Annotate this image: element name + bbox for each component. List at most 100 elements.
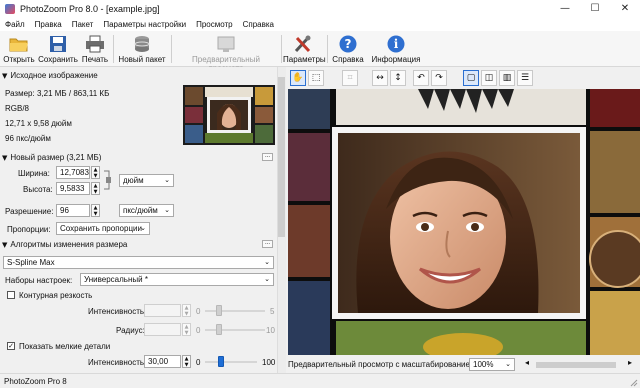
sharpness-label: Контурная резкость	[19, 291, 93, 300]
width-input[interactable]: 12,7083	[56, 166, 90, 179]
resolution-unit-select[interactable]: пкс/дюйм ⌄	[119, 204, 174, 217]
intensity1-max: 5	[270, 307, 275, 316]
help-label: Справка	[332, 55, 364, 64]
sharpness-checkbox[interactable]	[7, 291, 15, 299]
height-stepper[interactable]: ▲ ▼	[91, 182, 100, 195]
menu-settings[interactable]: Параметры настройки	[98, 20, 191, 29]
intensity2-slider-thumb[interactable]	[217, 356, 224, 367]
save-label: Сохранить	[38, 55, 78, 64]
scroll-right-icon[interactable]: ▸	[628, 358, 632, 367]
split-view-icon[interactable]: ◫	[481, 70, 497, 86]
rotate-left-icon[interactable]: ↶	[413, 70, 429, 86]
preview-settings-button[interactable]: Предварительный просмотр	[174, 33, 278, 73]
radius-input[interactable]	[144, 323, 181, 336]
algorithm-section-header[interactable]: ▼ Алгоритмы изменения размера	[2, 239, 127, 250]
stacked-view-icon[interactable]: ☰	[517, 70, 533, 86]
radius-max: 10	[266, 326, 275, 335]
print-button[interactable]: Печать	[80, 33, 110, 65]
resolution-input[interactable]: 96	[56, 204, 90, 217]
print-label: Печать	[81, 55, 109, 64]
tools-icon	[294, 35, 311, 53]
hand-tool-icon[interactable]: ✋	[290, 70, 306, 86]
radius-slider-track[interactable]	[205, 329, 265, 331]
new-size-section-header[interactable]: ▼ Новый размер (3,21 МБ)	[2, 152, 101, 163]
info-label: Информация	[371, 55, 421, 64]
intensity2-min: 0	[196, 358, 201, 367]
algorithm-header-text: Алгоритмы изменения размера	[10, 240, 128, 249]
height-input[interactable]: 9,5833	[56, 182, 90, 195]
zoom-select[interactable]: 100% ⌄	[469, 358, 515, 371]
preview-canvas[interactable]	[288, 89, 640, 355]
link-proportions-icon[interactable]	[103, 168, 112, 192]
new-batch-label: Новый пакет	[118, 55, 166, 64]
chevron-down-icon: ⌄	[140, 224, 146, 232]
intensity1-min: 0	[196, 307, 201, 316]
menu-help[interactable]: Справка	[238, 20, 279, 29]
fit-width-icon[interactable]: ↔	[372, 70, 388, 86]
intensity2-stepper[interactable]: ▲ ▼	[182, 355, 191, 368]
new-size-header-text: Новый размер (3,21 МБ)	[10, 153, 102, 162]
maximize-button[interactable]: ☐	[580, 0, 610, 18]
scroll-left-icon[interactable]: ◂	[525, 358, 529, 367]
open-button[interactable]: Открыть	[2, 33, 36, 65]
resolution-stepper[interactable]: ▲ ▼	[91, 204, 100, 217]
crop-icon[interactable]: ⌗	[342, 70, 358, 86]
preview-hscroll-thumb[interactable]	[536, 362, 616, 368]
radius-min: 0	[196, 326, 201, 335]
preset-value: Универсальный *	[84, 275, 148, 284]
app-logo-icon	[5, 4, 15, 14]
source-dpi: 96 пкс/дюйм	[5, 134, 51, 143]
settings-button[interactable]: Параметры	[283, 33, 326, 65]
menu-batch[interactable]: Пакет	[67, 20, 99, 29]
intensity2-slider-track[interactable]	[205, 361, 257, 363]
preset-select[interactable]: Универсальный * ⌄	[80, 273, 274, 286]
intensity1-input[interactable]	[144, 304, 181, 317]
width-stepper[interactable]: ▲ ▼	[91, 166, 100, 179]
dual-view-icon[interactable]: ▥	[499, 70, 515, 86]
thumbnail-collage-image	[183, 85, 275, 145]
new-batch-button[interactable]: Новый пакет	[116, 33, 168, 65]
settings-scrollbar-thumb[interactable]	[278, 77, 285, 237]
menu-edit[interactable]: Правка	[30, 20, 67, 29]
intensity2-input[interactable]: 30,00	[144, 355, 181, 368]
intensity2-max: 100	[262, 358, 276, 367]
menu-view[interactable]: Просмотр	[191, 20, 238, 29]
main-toolbar: Открыть Сохранить Печать Новый пакет Пре…	[0, 31, 640, 73]
source-size: Размер: 3,21 МБ / 863,11 КБ	[5, 89, 110, 98]
zoom-value: 100%	[473, 360, 494, 369]
intensity1-slider-track[interactable]	[205, 310, 265, 312]
radius-stepper[interactable]: ▲ ▼	[182, 323, 191, 336]
save-button[interactable]: Сохранить	[38, 33, 78, 65]
radius-slider-thumb[interactable]	[216, 324, 222, 335]
toolbar-separator	[113, 35, 114, 63]
preview-toolbar: ✋ ⬚ ⌗ ↔ ↕ ↶ ↷ ▢ ◫ ▥ ☰	[286, 67, 640, 89]
algorithm-more-button[interactable]: ...	[262, 240, 273, 248]
rotate-right-icon[interactable]: ↷	[431, 70, 447, 86]
single-view-icon[interactable]: ▢	[463, 70, 479, 86]
intensity1-stepper[interactable]: ▲ ▼	[182, 304, 191, 317]
new-size-more-button[interactable]: ...	[262, 153, 273, 161]
zoom-label: Предварительный просмотр с масштабирован…	[288, 360, 478, 369]
source-header-text: Исходное изображение	[10, 71, 98, 80]
batch-icon	[134, 36, 150, 52]
resize-grip-icon[interactable]	[628, 377, 638, 387]
svg-text:i: i	[394, 37, 399, 51]
method-select[interactable]: S-Spline Max ⌄	[3, 256, 274, 269]
help-button[interactable]: ? Справка	[330, 33, 366, 65]
size-unit-select[interactable]: дюйм ⌄	[119, 174, 174, 187]
window-title: PhotoZoom Pro 8.0 - [example.jpg]	[20, 4, 160, 14]
minimize-button[interactable]: —	[550, 0, 580, 18]
crop-select-icon[interactable]: ⬚	[308, 70, 324, 86]
info-button[interactable]: i Информация	[370, 33, 422, 65]
status-text: PhotoZoom Pro 8	[4, 377, 67, 386]
intensity1-slider-thumb[interactable]	[216, 305, 222, 316]
intensity2-label: Интенсивность:	[88, 358, 147, 367]
source-section-header[interactable]: ▼ Исходное изображение	[2, 70, 98, 81]
fit-height-icon[interactable]: ↕	[390, 70, 406, 86]
intensity1-label: Интенсивность:	[88, 307, 147, 316]
menu-file[interactable]: Файл	[0, 20, 30, 29]
details-checkbox[interactable]: ✓	[7, 342, 15, 350]
proportions-select[interactable]: Сохранить пропорции ⌄	[56, 222, 150, 235]
close-button[interactable]: ✕	[610, 0, 640, 18]
details-label: Показать мелкие детали	[19, 342, 111, 351]
